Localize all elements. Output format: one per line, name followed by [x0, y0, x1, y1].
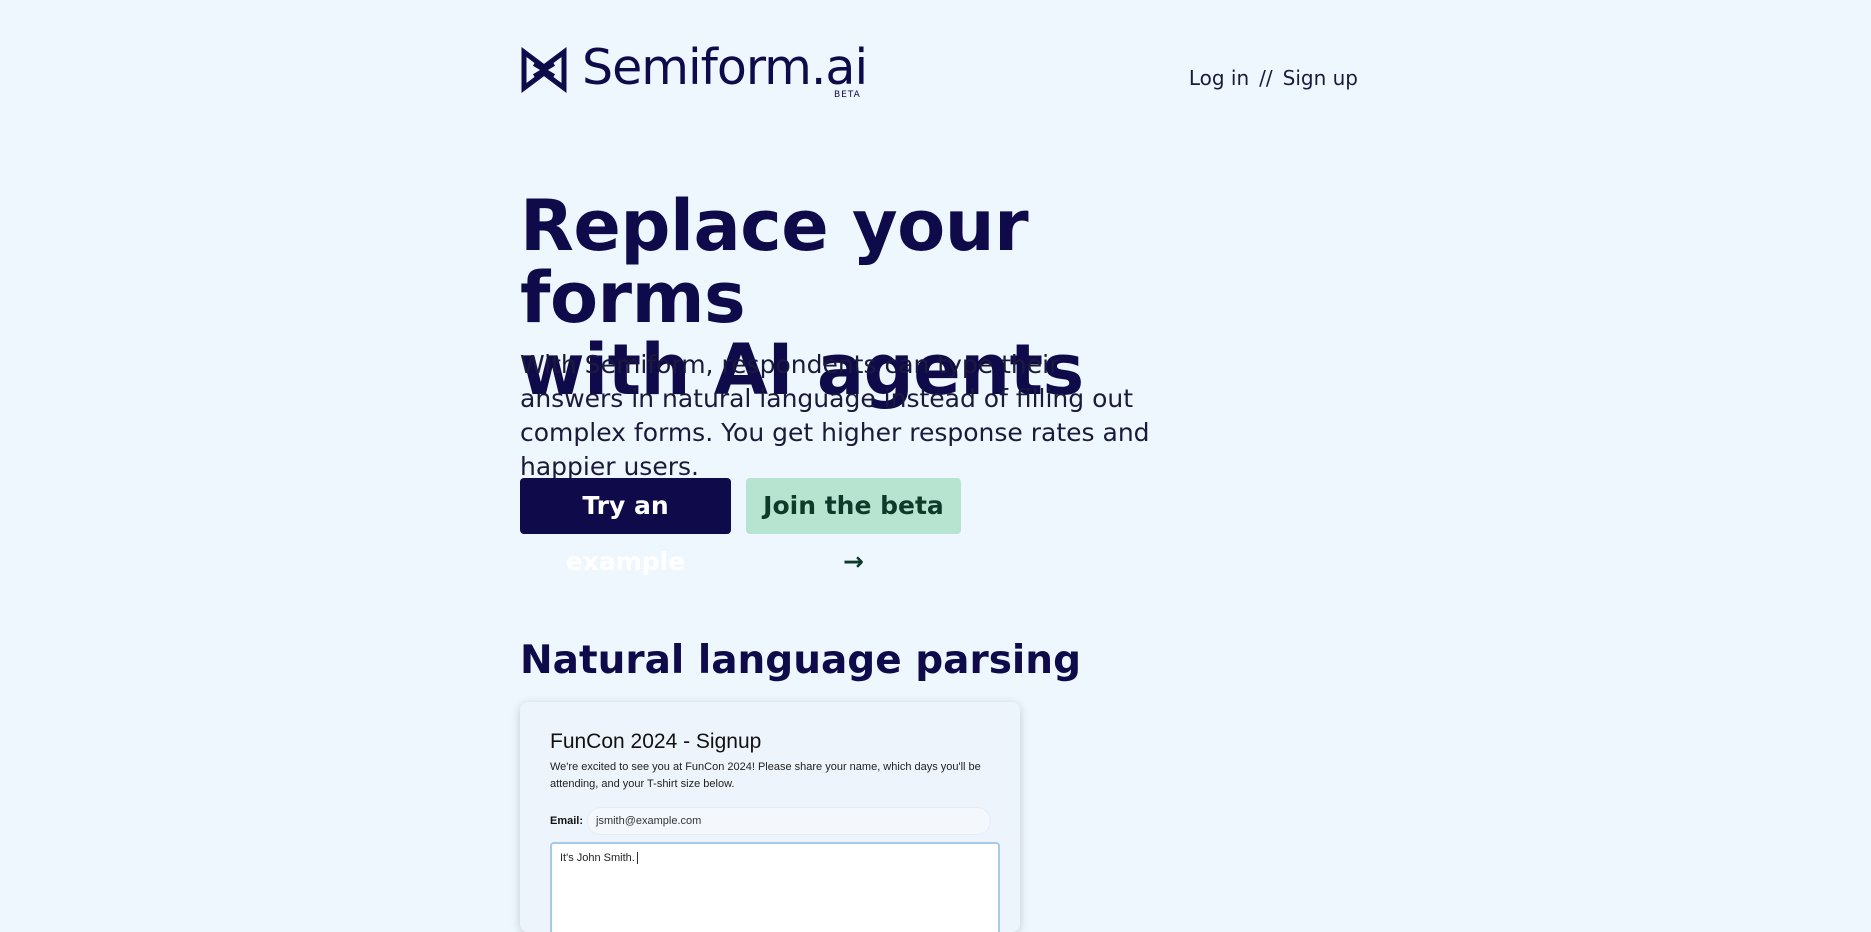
brand-logo[interactable]: Semiform.ai — [520, 39, 868, 104]
email-label: Email: — [550, 815, 584, 827]
section-title: Natural language parsing — [520, 638, 1081, 683]
email-row: Email: jsmith@example.com — [550, 808, 990, 834]
hero-title-line-1: Replace your forms — [520, 185, 1029, 339]
email-field[interactable]: jsmith@example.com — [588, 808, 990, 834]
text-cursor — [636, 852, 638, 865]
semiform-logo-icon — [521, 47, 567, 93]
hero-description: With Semiform, respondents can type thei… — [520, 350, 1150, 481]
demo-form-card: FunCon 2024 - Signup We're excited to se… — [520, 702, 1020, 932]
signup-link[interactable]: Sign up — [1283, 66, 1358, 90]
login-link[interactable]: Log in — [1189, 66, 1249, 90]
message-text: It's John Smith. — [560, 852, 635, 864]
demo-form-description: We're excited to see you at FunCon 2024!… — [550, 761, 981, 790]
try-example-button[interactable]: Try an example — [520, 478, 731, 576]
demo-form-title: FunCon 2024 - Signup — [550, 730, 762, 753]
join-beta-button[interactable]: Join the beta → — [746, 478, 961, 576]
auth-nav: Log in // Sign up — [1189, 66, 1358, 90]
message-textarea[interactable]: It's John Smith. — [550, 842, 1000, 932]
brand-name: Semiform.ai — [582, 39, 868, 96]
beta-tag: BETA — [834, 90, 861, 100]
site-header: Semiform.ai BETA Log in // Sign up — [520, 40, 1358, 104]
nav-separator: // — [1259, 66, 1273, 90]
